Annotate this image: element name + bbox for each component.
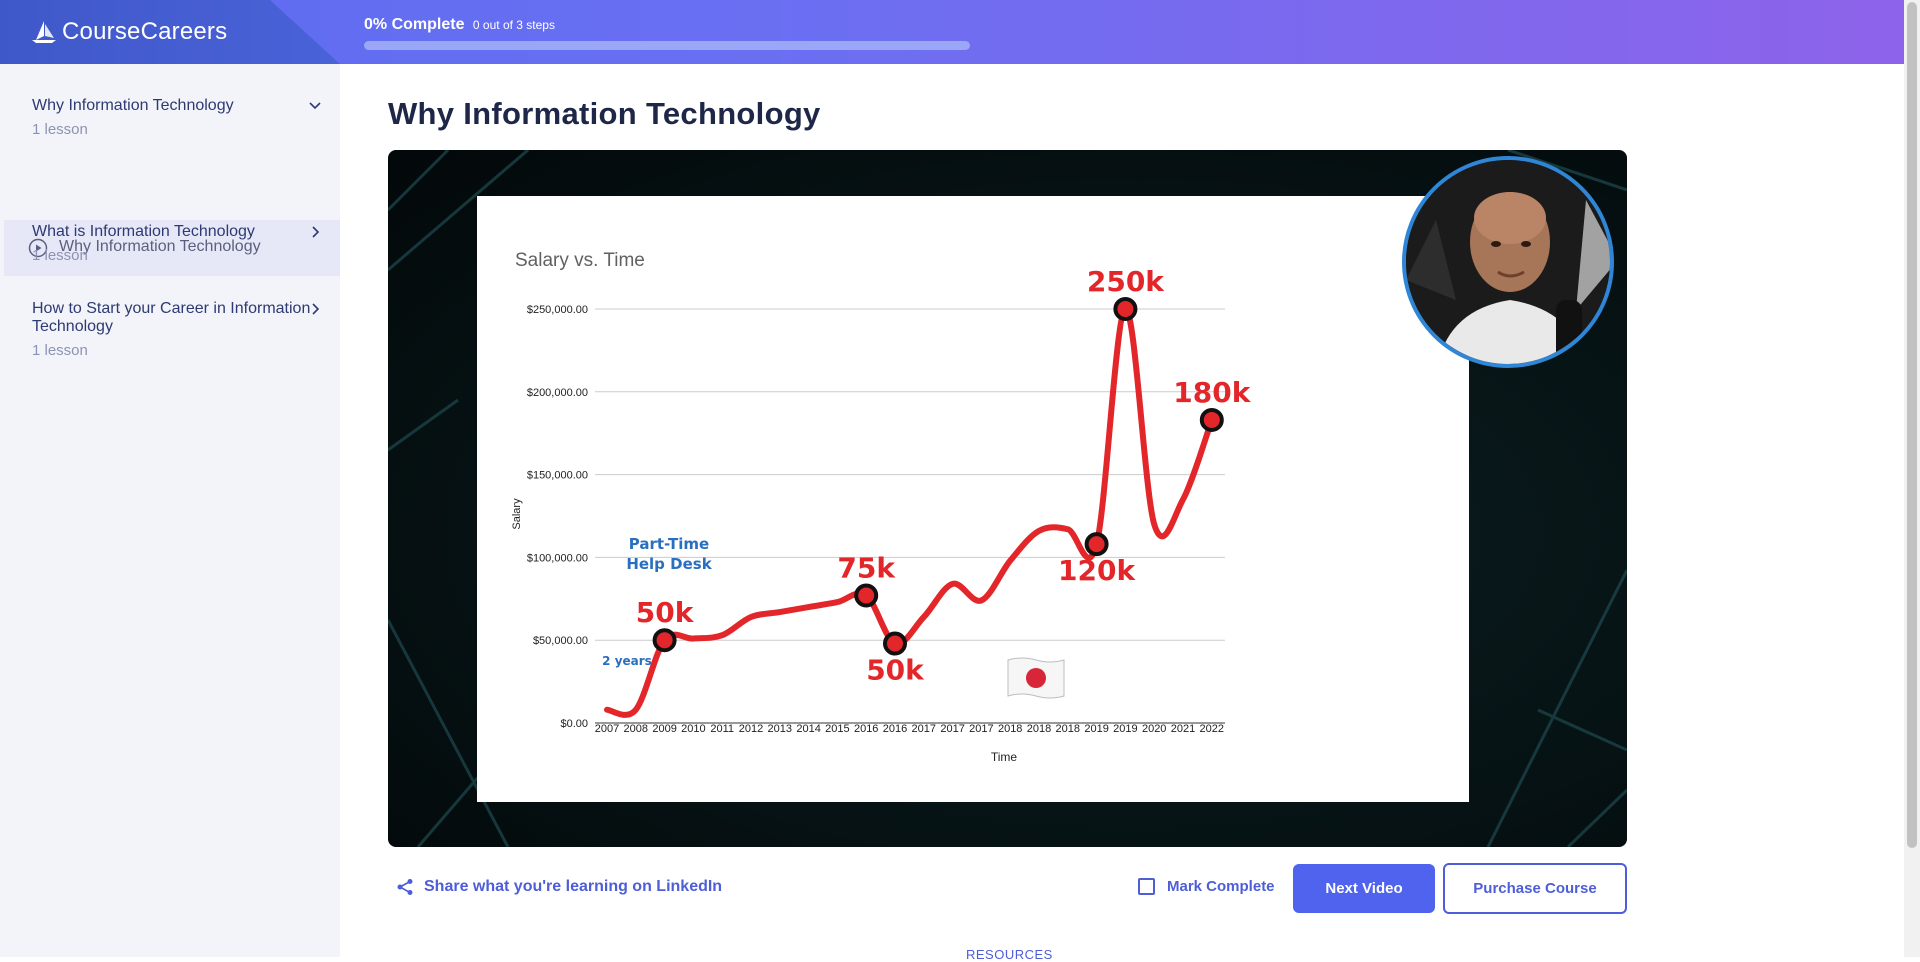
annotation-help-desk: Help Desk [626,555,712,573]
x-tick-label: 2007 [595,723,619,735]
progress-bar [364,41,970,50]
section-title: What is Information Technology [32,223,255,240]
scrollbar-thumb[interactable] [1907,2,1917,848]
y-tick-label: $100,000.00 [527,552,588,564]
x-tick-label: 2018 [1056,723,1080,735]
chart-xlabel: Time [991,750,1018,764]
resources-tab[interactable]: RESOURCES [966,947,1053,962]
x-tick-label: 2011 [710,723,734,735]
japan-flag-icon [1007,657,1065,699]
chart-title: Salary vs. Time [515,250,645,271]
sidebar-section-what-is-it[interactable]: What is Information Technology 1 lesson [32,223,322,264]
progress-summary: 0% Complete 0 out of 3 steps [364,16,555,34]
data-point-label: 250k [1087,265,1165,298]
chart-slide: Salary vs. Time Salary Time $0.00 $50,000… [477,196,1469,802]
y-tick-label: $150,000.00 [527,470,588,482]
data-point-marker [652,628,677,653]
progress-steps: 0 out of 3 steps [472,18,555,32]
progress-percent: 0% Complete [364,16,465,33]
annotation-2-years: 2 years [602,654,652,668]
section-title: How to Start your Career in Information … [32,300,311,335]
data-point-marker [883,631,907,656]
data-point-label: 75k [837,551,896,584]
chevron-down-icon[interactable] [308,99,322,113]
sidebar-section-start-career[interactable]: How to Start your Career in Information … [32,300,322,359]
y-tick-label: $0.00 [560,718,588,730]
brand-name: CourseCareers [62,18,228,45]
x-tick-label: 2018 [1027,723,1051,735]
mark-complete-label: Mark Complete [1167,878,1275,895]
top-header: CourseCareers 0% Complete 0 out of 3 ste… [0,0,1904,64]
presenter-avatar [1402,156,1614,368]
chart-ylabel: Salary [511,498,523,530]
x-tick-label: 2016 [854,723,878,735]
y-tick-label: $50,000.00 [533,635,588,647]
y-tick-label: $250,000.00 [527,304,588,316]
share-label: Share what you're learning on LinkedIn [424,878,723,895]
chevron-right-icon[interactable] [308,225,322,239]
x-tick-label: 2016 [883,723,907,735]
section-lesson-count: 1 lesson [32,121,88,138]
data-point-marker [1199,407,1224,432]
data-point-label: 50k [636,596,695,629]
x-tick-label: 2020 [1142,723,1166,735]
x-tick-label: 2022 [1200,723,1224,735]
video-player[interactable]: Salary vs. Time Salary Time $0.00 $50,000… [388,150,1627,847]
data-point-marker [854,583,879,608]
x-tick-label: 2009 [652,723,676,735]
section-title: Why Information Technology [32,97,234,114]
data-point-marker [1113,297,1138,321]
purchase-course-button[interactable]: Purchase Course [1443,863,1627,914]
page-scrollbar[interactable] [1904,0,1920,957]
next-video-button[interactable]: Next Video [1293,864,1435,913]
mark-complete-toggle[interactable]: Mark Complete [1138,878,1275,895]
x-tick-label: 2019 [1084,723,1108,735]
x-tick-label: 2017 [940,723,964,735]
annotation-part-time: Part-Time [629,535,709,553]
x-tick-label: 2021 [1171,723,1195,735]
x-tick-label: 2013 [768,723,792,735]
data-point-marker [1084,532,1109,557]
data-point-label: 50k [866,654,925,687]
salary-line-chart: Salary vs. Time Salary Time $0.00 $50,000… [511,250,1252,764]
x-tick-label: 2018 [998,723,1022,735]
x-tick-label: 2019 [1113,723,1137,735]
share-linkedin-link[interactable]: Share what you're learning on LinkedIn [396,878,722,896]
x-tick-label: 2014 [796,723,820,735]
data-point-label: 120k [1058,554,1136,587]
x-tick-label: 2010 [681,723,705,735]
y-tick-label: $200,000.00 [527,387,588,399]
section-lesson-count: 1 lesson [32,342,88,359]
presenter-portrait-icon [1406,160,1610,364]
section-lesson-count: 1 lesson [32,247,88,264]
x-tick-label: 2015 [825,723,849,735]
sidebar-section-why-it[interactable]: Why Information Technology 1 lesson [32,97,322,138]
x-tick-label: 2017 [969,723,993,735]
data-point-label: 180k [1173,376,1251,409]
sail-logo-icon [32,21,56,43]
x-tick-label: 2017 [912,723,936,735]
chevron-right-icon[interactable] [308,302,322,316]
x-tick-label: 2008 [624,723,648,735]
page-title: Why Information Technology [388,96,821,131]
course-sidebar: Why Information Technology 1 lesson Why … [0,64,340,957]
mark-complete-checkbox[interactable] [1138,878,1155,895]
share-icon [397,879,413,895]
x-tick-label: 2012 [739,723,763,735]
brand-area[interactable]: CourseCareers [0,0,340,64]
